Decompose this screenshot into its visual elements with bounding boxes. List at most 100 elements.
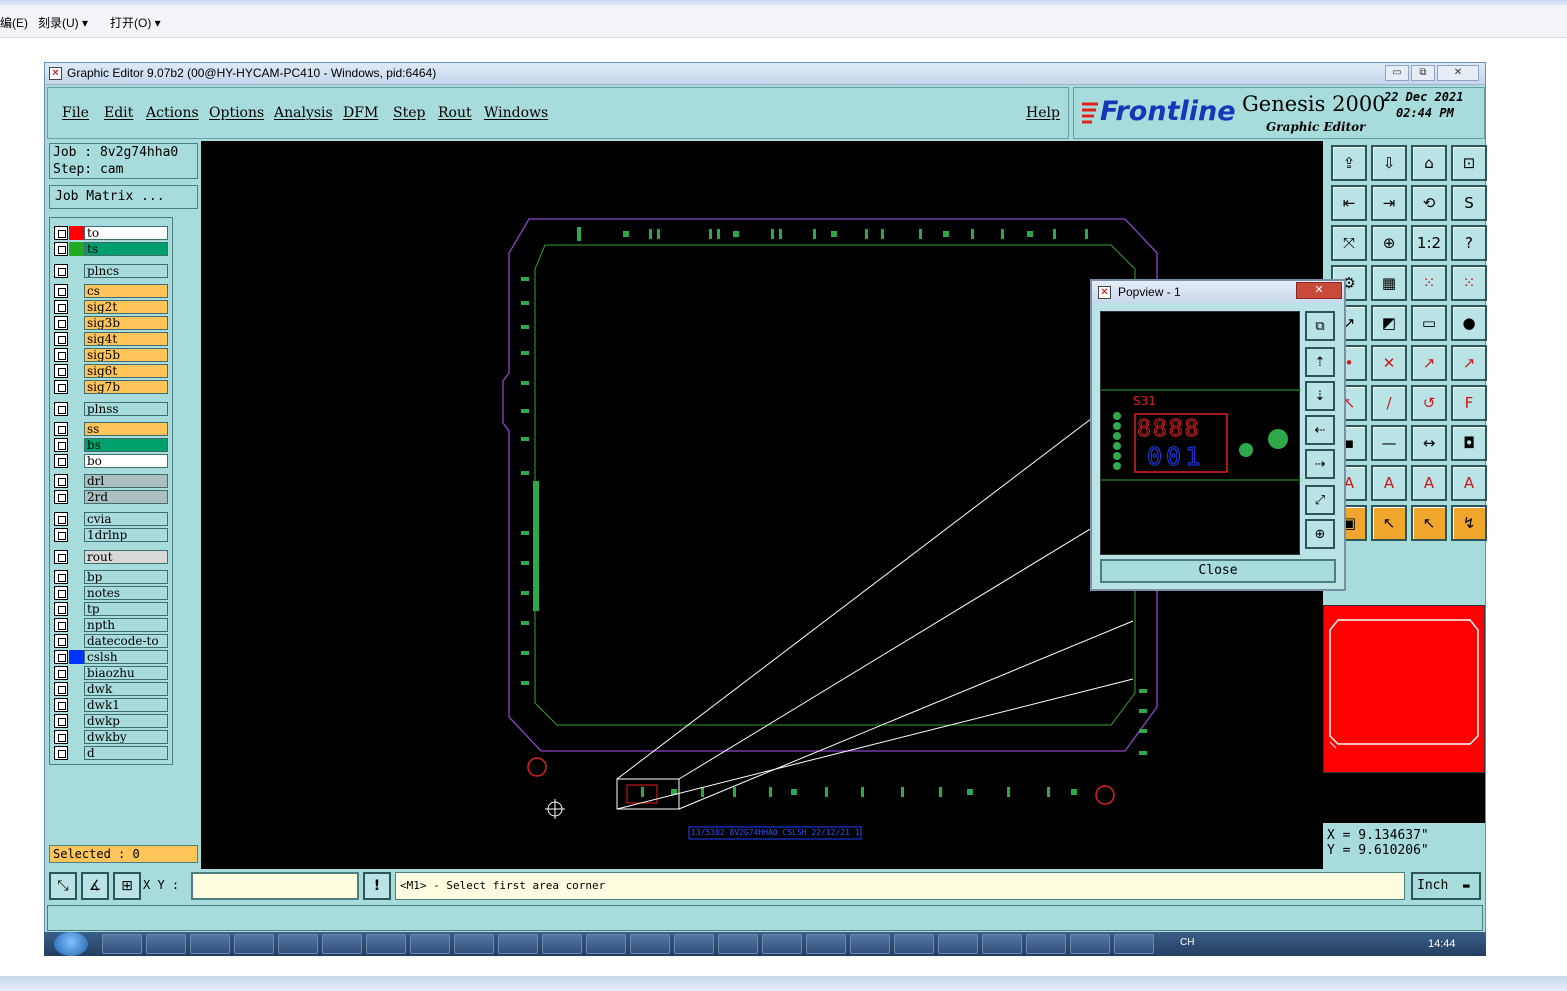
layer-color-swatch[interactable]: [69, 332, 84, 346]
pad-icon[interactable]: ●: [1451, 305, 1487, 341]
layer-checkbox[interactable]: [54, 682, 68, 696]
warning-button[interactable]: !: [363, 872, 391, 900]
menu-actions[interactable]: Actions: [146, 105, 199, 121]
layer-row-dwk[interactable]: dwk: [54, 682, 170, 696]
menu-dfm[interactable]: DFM: [343, 105, 378, 121]
menu-step[interactable]: Step: [393, 105, 425, 121]
taskbar-app-15[interactable]: [718, 934, 758, 954]
layer-color-swatch[interactable]: [69, 300, 84, 314]
host-menu-edit[interactable]: 编(E): [0, 14, 28, 31]
connect-alt-icon[interactable]: ↗: [1451, 345, 1487, 381]
layer-color-swatch[interactable]: [69, 570, 84, 584]
host-menu-burn[interactable]: 刻录(U) ▾: [38, 14, 88, 31]
layer-name[interactable]: ts: [84, 242, 168, 256]
xy-input[interactable]: [191, 872, 359, 900]
start-orb-icon[interactable]: [54, 932, 88, 956]
host-menu-open[interactable]: 打开(O) ▾: [110, 14, 161, 31]
layer-row-sig5b[interactable]: sig5b: [54, 348, 170, 362]
edit-points-icon[interactable]: ↯: [1451, 505, 1487, 541]
layer-row-to[interactable]: to: [54, 226, 170, 240]
layer-name[interactable]: dwk1: [84, 698, 168, 712]
close-window-button[interactable]: ✕: [1437, 65, 1479, 81]
layer-checkbox[interactable]: [54, 284, 68, 298]
layer-name[interactable]: plncs: [84, 264, 168, 278]
taskbar-app-4[interactable]: [234, 934, 274, 954]
layer-color-swatch[interactable]: [69, 746, 84, 760]
layer-name[interactable]: tp: [84, 602, 168, 616]
layer-row-rout[interactable]: rout: [54, 550, 170, 564]
layer-row-plnss[interactable]: plnss: [54, 402, 170, 416]
layer-name[interactable]: sig4t: [84, 332, 168, 346]
taskbar-app-20[interactable]: [938, 934, 978, 954]
layer-color-swatch[interactable]: [69, 490, 84, 504]
layer-color-swatch[interactable]: [69, 364, 84, 378]
pan-right-icon[interactable]: ⇥: [1371, 185, 1407, 221]
popview-close-button[interactable]: Close: [1100, 559, 1336, 583]
zoom-home-icon[interactable]: ⇪: [1331, 145, 1367, 181]
taskbar-app-13[interactable]: [630, 934, 670, 954]
taskbar-app-2[interactable]: [146, 934, 186, 954]
grid-icon[interactable]: ▦: [1371, 265, 1407, 301]
menu-edit[interactable]: Edit: [104, 105, 133, 121]
taskbar-app-14[interactable]: [674, 934, 714, 954]
layer-name[interactable]: sig3b: [84, 316, 168, 330]
layer-row-tp[interactable]: tp: [54, 602, 170, 616]
popview-close-x-button[interactable]: ✕: [1296, 282, 1342, 299]
popview-canvas[interactable]: S31 8888 001: [1100, 311, 1301, 555]
layer-name[interactable]: dwkp: [84, 714, 168, 728]
layer-checkbox[interactable]: [54, 730, 68, 744]
layer-checkbox[interactable]: [54, 634, 68, 648]
layer-name[interactable]: bp: [84, 570, 168, 584]
restore-button[interactable]: ⧉: [1411, 65, 1435, 81]
menu-file[interactable]: File: [62, 105, 89, 121]
slash-icon[interactable]: /: [1371, 385, 1407, 421]
taskbar-app-8[interactable]: [410, 934, 450, 954]
layer-color-swatch[interactable]: [69, 284, 84, 298]
layer-color-swatch[interactable]: [69, 512, 84, 526]
layer-color-swatch[interactable]: [69, 454, 84, 468]
layer-color-swatch[interactable]: [69, 550, 84, 564]
layer-checkbox[interactable]: [54, 422, 68, 436]
popview-pan-up-button[interactable]: ⇡: [1305, 347, 1335, 377]
layer-name[interactable]: npth: [84, 618, 168, 632]
layer-color-swatch[interactable]: [69, 650, 84, 664]
snap-grid-button[interactable]: ⤡: [49, 872, 77, 900]
layer-color-swatch[interactable]: [69, 264, 84, 278]
menu-help[interactable]: Help: [1026, 105, 1060, 121]
taskbar-app-7[interactable]: [366, 934, 406, 954]
layer-name[interactable]: rout: [84, 550, 168, 564]
layer-checkbox[interactable]: [54, 570, 68, 584]
layer-row-bo[interactable]: bo: [54, 454, 170, 468]
layer-color-swatch[interactable]: [69, 474, 84, 488]
layer-display-alt-icon[interactable]: ⁙: [1451, 265, 1487, 301]
snap-angle-button[interactable]: ∡: [81, 872, 109, 900]
layer-checkbox[interactable]: [54, 364, 68, 378]
layer-checkbox[interactable]: [54, 550, 68, 564]
layer-name[interactable]: d: [84, 746, 168, 760]
menu-rout[interactable]: Rout: [438, 105, 472, 121]
scale-icon[interactable]: 1:2: [1411, 225, 1447, 261]
layer-color-swatch[interactable]: [69, 380, 84, 394]
redraw-icon[interactable]: S: [1451, 185, 1487, 221]
layer-name[interactable]: biaozhu: [84, 666, 168, 680]
taskbar-app-11[interactable]: [542, 934, 582, 954]
layer-checkbox[interactable]: [54, 714, 68, 728]
layer-name[interactable]: sig7b: [84, 380, 168, 394]
layer-name[interactable]: 2rd: [84, 490, 168, 504]
layer-row-cs[interactable]: cs: [54, 284, 170, 298]
text-b-icon[interactable]: A: [1411, 465, 1447, 501]
group-icon[interactable]: ◘: [1451, 425, 1487, 461]
layer-checkbox[interactable]: [54, 618, 68, 632]
layer-color-swatch[interactable]: [69, 316, 84, 330]
layer-color-swatch[interactable]: [69, 586, 84, 600]
layer-checkbox[interactable]: [54, 602, 68, 616]
overview-map[interactable]: [1323, 605, 1485, 773]
taskbar-app-21[interactable]: [982, 934, 1022, 954]
layer-row-bp[interactable]: bp: [54, 570, 170, 584]
layer-name[interactable]: cs: [84, 284, 168, 298]
menu-analysis[interactable]: Analysis: [274, 105, 333, 121]
popview-pan-left-button[interactable]: ⇠: [1305, 415, 1335, 445]
layer-checkbox[interactable]: [54, 438, 68, 452]
layer-color-swatch[interactable]: [69, 618, 84, 632]
layer-row-sig4t[interactable]: sig4t: [54, 332, 170, 346]
